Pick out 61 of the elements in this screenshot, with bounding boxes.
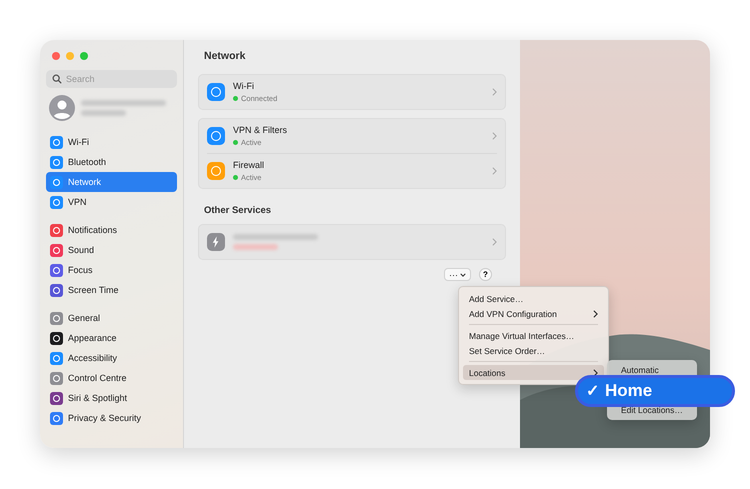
sidebar-item[interactable]: Focus [46, 260, 177, 280]
service-icon [207, 127, 225, 145]
redacted-text [233, 244, 278, 250]
settings-icon [50, 352, 63, 364]
sidebar-item[interactable]: Control Centre [46, 368, 177, 388]
chevron-icon [593, 310, 598, 318]
sidebar-item[interactable]: Siri & Spotlight [46, 388, 177, 408]
sidebar-item[interactable]: Bluetooth [46, 152, 177, 172]
settings-icon [50, 284, 63, 296]
sidebar-item[interactable]: Accessibility [46, 348, 177, 368]
menu-item[interactable]: Set Service Order… [463, 343, 604, 358]
menu-item[interactable]: Add VPN Configuration [463, 306, 604, 321]
settings-icon [50, 392, 63, 404]
settings-icon [50, 196, 63, 208]
section-heading: Other Services [204, 205, 272, 216]
service-name: VPN & Filters [233, 125, 288, 135]
settings-icon [50, 224, 63, 236]
settings-icon [50, 332, 63, 344]
sidebar-item[interactable]: Notifications [46, 220, 177, 240]
sidebar-item[interactable]: Wi-Fi [46, 132, 177, 152]
redacted-text [81, 110, 126, 116]
sidebar-item[interactable]: Appearance [46, 328, 177, 348]
settings-icon [50, 312, 63, 324]
menu-item[interactable]: Manage Virtual Interfaces… [463, 328, 604, 343]
settings-icon [50, 372, 63, 384]
sidebar-item[interactable]: Privacy & Security [46, 408, 177, 428]
home-location-item[interactable]: ✓ Home [575, 375, 735, 407]
sidebar-item[interactable]: Screen Time [46, 280, 177, 300]
service-icon [207, 83, 225, 101]
service-name: Firewall [233, 160, 266, 170]
settings-icon [50, 176, 63, 188]
menu-item[interactable]: Automatic [607, 363, 697, 377]
sidebar-item[interactable]: General [46, 308, 177, 328]
chevron-icon [593, 368, 598, 376]
sidebar-item[interactable]: VPN [46, 192, 177, 212]
chevron-icon [492, 238, 497, 246]
bolt-icon [207, 233, 225, 251]
window-title: Network [204, 50, 246, 62]
sidebar-item[interactable]: Sound [46, 240, 177, 260]
settings-icon [50, 244, 63, 256]
caret-icon [460, 272, 466, 276]
sidebar-item[interactable]: Network [46, 172, 177, 192]
settings-icon [50, 264, 63, 276]
settings-icon [50, 412, 63, 424]
chevron-icon [492, 88, 497, 96]
settings-icon [50, 156, 63, 168]
search-icon [52, 74, 62, 84]
zoom-button[interactable] [80, 52, 88, 60]
menu-item[interactable]: Add Service… [463, 291, 604, 306]
search-field[interactable]: Search [46, 70, 177, 88]
chevron-icon [492, 167, 497, 175]
chevron-icon [492, 132, 497, 140]
menu-item[interactable]: Locations [463, 365, 604, 380]
settings-icon [50, 136, 63, 148]
close-button[interactable] [52, 52, 60, 60]
help-button[interactable]: ? [479, 268, 492, 281]
minimize-button[interactable] [66, 52, 74, 60]
service-icon [207, 162, 225, 180]
avatar-icon [49, 95, 75, 121]
more-button[interactable]: ··· [444, 268, 471, 281]
service-name: Wi-Fi [233, 81, 255, 91]
